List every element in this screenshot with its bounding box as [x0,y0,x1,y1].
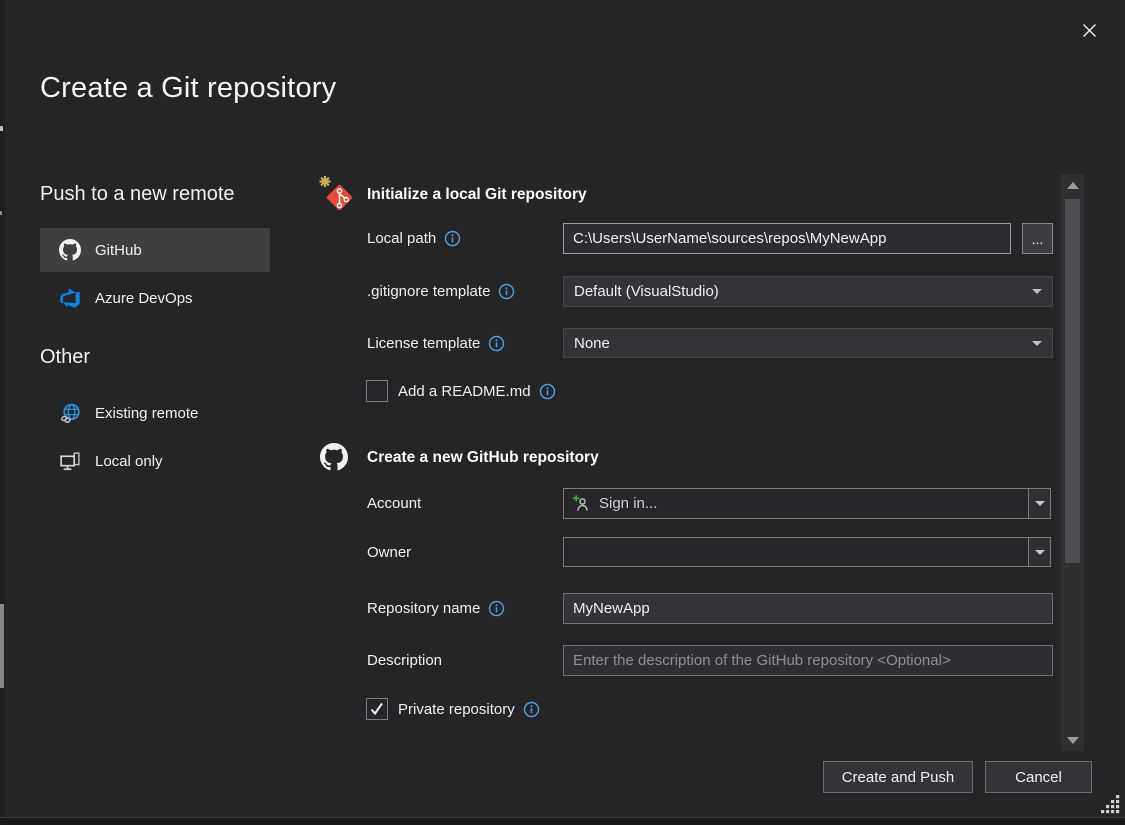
github-icon [58,239,82,261]
description-input[interactable] [563,645,1053,676]
chevron-down-icon [1035,550,1045,555]
globe-link-icon [58,402,82,425]
triangle-down-icon [1067,737,1079,744]
description-label: Description [367,652,442,669]
window-bottom-edge [0,817,1125,825]
resize-grip-icon [1100,794,1121,815]
sidebar-item-label: Azure DevOps [95,290,193,307]
sidebar-item-local-only[interactable]: Local only [40,440,270,482]
edge-artifact [0,604,4,688]
sidebar-header-other: Other [40,346,90,369]
license-template-value: None [574,335,610,352]
account-label: Account [367,495,421,512]
add-user-icon [572,494,591,513]
account-label-row: Account [367,488,421,519]
info-icon[interactable] [488,600,505,617]
vertical-scrollbar[interactable] [1061,174,1084,751]
info-icon[interactable] [523,701,540,718]
local-path-label-row: Local path [367,223,461,254]
chevron-down-icon [1032,289,1042,294]
owner-combo[interactable] [563,537,1051,567]
owner-combo-body[interactable] [564,538,1028,566]
create-git-repository-dialog: Create a Git repository Push to a new re… [0,0,1125,825]
readme-label-row: Add a README.md [398,380,556,402]
dialog-title: Create a Git repository [40,72,336,105]
sidebar-item-label: Existing remote [95,405,198,422]
section-header-local-git: Initialize a local Git repository [367,186,587,204]
scrollbar-down-arrow[interactable] [1061,731,1084,749]
window-left-edge [0,0,5,825]
info-icon[interactable] [444,230,461,247]
chevron-down-icon [1032,341,1042,346]
private-repo-label: Private repository [398,701,515,718]
license-label-row: License template [367,328,505,359]
description-label-row: Description [367,645,442,676]
repo-name-label: Repository name [367,600,480,617]
sidebar-item-existing-remote[interactable]: Existing remote [40,392,270,434]
gitignore-label: .gitignore template [367,283,490,300]
owner-combo-arrow[interactable] [1028,538,1050,566]
github-section-icon [320,443,348,476]
private-repo-label-row: Private repository [398,698,540,720]
readme-label: Add a README.md [398,383,531,400]
license-label: License template [367,335,480,352]
license-template-dropdown[interactable]: None [563,328,1053,358]
cancel-button[interactable]: Cancel [985,761,1092,793]
sidebar-item-azure-devops[interactable]: Azure DevOps [40,276,270,320]
browse-button[interactable]: ... [1022,223,1053,254]
repo-name-input[interactable] [563,593,1053,624]
monitor-icon [58,450,82,473]
info-icon[interactable] [488,335,505,352]
repo-name-label-row: Repository name [367,593,505,624]
local-path-label: Local path [367,230,436,247]
azure-devops-icon [58,287,82,309]
scrollbar-up-arrow[interactable] [1061,176,1084,194]
close-icon [1080,21,1099,40]
create-and-push-button[interactable]: Create and Push [823,761,973,793]
gitignore-template-value: Default (VisualStudio) [574,283,719,300]
account-combo[interactable]: Sign in... [563,488,1051,519]
owner-label: Owner [367,544,411,561]
section-header-github-repo: Create a new GitHub repository [367,449,599,467]
edge-artifact [0,126,3,131]
account-combo-arrow[interactable] [1028,489,1050,518]
check-icon [369,701,385,717]
sidebar-header-push-remote: Push to a new remote [40,183,235,206]
local-path-input[interactable] [563,223,1011,254]
gitignore-template-dropdown[interactable]: Default (VisualStudio) [563,276,1053,307]
sidebar-item-github[interactable]: GitHub [40,228,270,272]
git-init-icon [315,173,357,220]
edge-artifact [0,211,2,215]
readme-checkbox[interactable] [366,380,388,402]
chevron-down-icon [1035,501,1045,506]
account-signin-text: Sign in... [599,495,657,512]
gitignore-label-row: .gitignore template [367,276,515,307]
sidebar-item-label: GitHub [95,242,142,259]
triangle-up-icon [1067,182,1079,189]
resize-grip[interactable] [1100,794,1121,820]
info-icon[interactable] [539,383,556,400]
close-button[interactable] [1074,15,1104,45]
scrollbar-thumb[interactable] [1065,199,1080,563]
owner-label-row: Owner [367,537,411,568]
private-repo-checkbox[interactable] [366,698,388,720]
info-icon[interactable] [498,283,515,300]
account-combo-body[interactable]: Sign in... [564,489,1028,518]
sidebar-item-label: Local only [95,453,163,470]
